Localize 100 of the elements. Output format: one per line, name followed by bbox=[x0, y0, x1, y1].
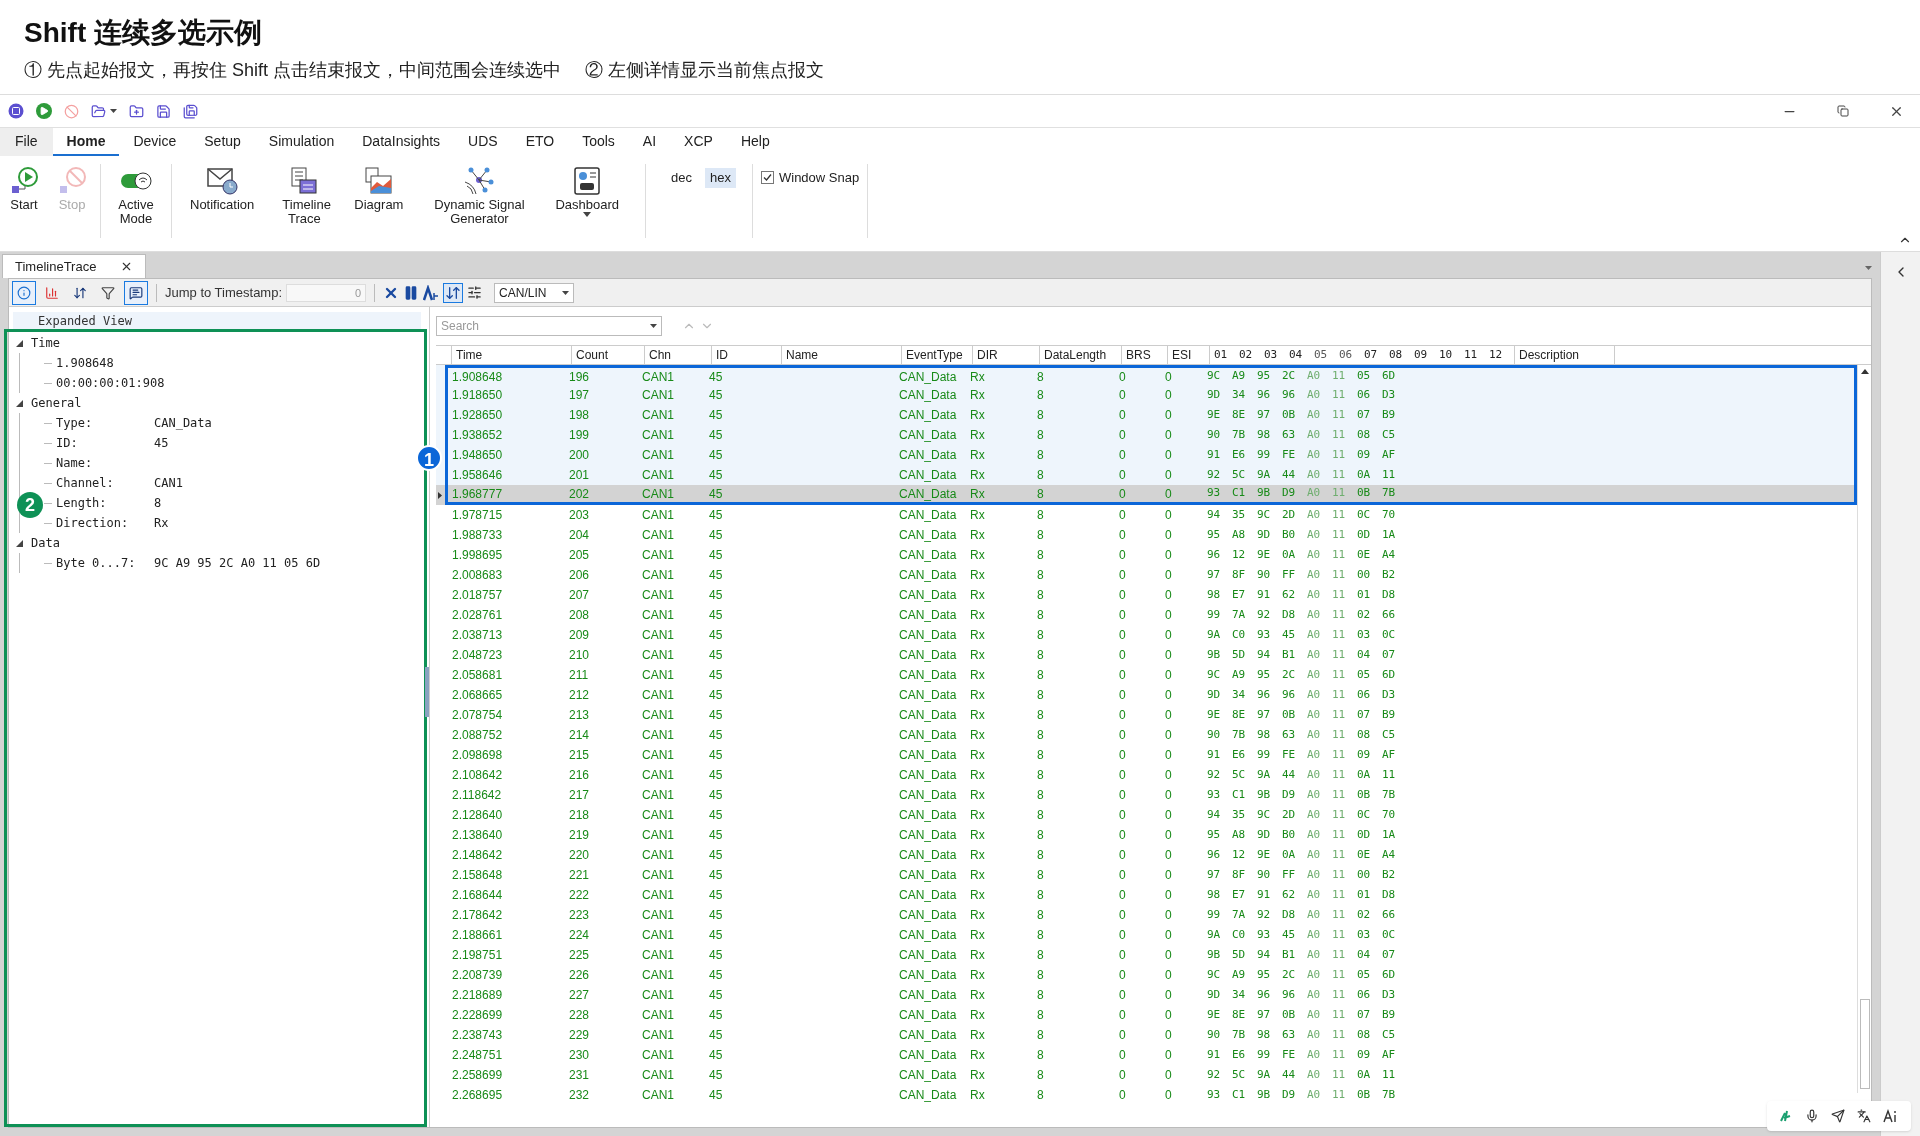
ribbon-button[interactable]: Timeline Trace bbox=[273, 164, 336, 226]
table-row[interactable]: 1.978715 203 CAN1 45 CAN_Data Rx 8 0 0 94 35 9C 2D A0 11 0C 70 bbox=[436, 505, 1857, 525]
new-folder-icon[interactable] bbox=[129, 103, 144, 119]
table-row[interactable]: 2.038713 209 CAN1 45 CAN_Data Rx 8 0 0 9A C0 93 45 A0 11 03 0C bbox=[436, 625, 1857, 645]
menu-tab[interactable]: Tools bbox=[568, 128, 629, 156]
ribbon-button[interactable]: Notification bbox=[181, 164, 264, 212]
table-row[interactable]: 2.018757 207 CAN1 45 CAN_Data Rx 8 0 0 98 E7 91 62 A0 11 01 D8 bbox=[436, 585, 1857, 605]
table-row[interactable]: 2.208739 226 CAN1 45 CAN_Data Rx 8 0 0 9C A9 95 2C A0 11 05 6D bbox=[436, 965, 1857, 985]
table-row[interactable]: 1.958646 201 CAN1 45 CAN_Data Rx 8 0 0 92 5C 9A 44 A0 11 0A 11 bbox=[436, 465, 1857, 485]
scale-text-icon[interactable] bbox=[423, 284, 440, 301]
column-header[interactable]: DIR bbox=[973, 346, 1040, 364]
menu-tab[interactable]: Setup bbox=[190, 128, 255, 156]
expanded-caret-icon[interactable] bbox=[16, 539, 23, 547]
table-row[interactable]: 2.268695 232 CAN1 45 CAN_Data Rx 8 0 0 93 C1 9B D9 A0 11 0B 7B bbox=[436, 1085, 1857, 1105]
window-snap-checkbox[interactable] bbox=[761, 171, 774, 185]
byte-column-header[interactable]: 06 bbox=[1339, 348, 1353, 361]
table-row[interactable]: 2.098698 215 CAN1 45 CAN_Data Rx 8 0 0 91 E6 99 FE A0 11 09 AF bbox=[436, 745, 1857, 765]
menu-tab[interactable]: ETO bbox=[511, 128, 569, 156]
column-header[interactable]: ESI bbox=[1168, 346, 1210, 364]
scrollbar-thumb[interactable] bbox=[1859, 999, 1870, 1089]
menu-tab[interactable]: Home bbox=[52, 128, 120, 156]
byte-column-header[interactable]: 02 bbox=[1239, 348, 1253, 361]
byte-column-header[interactable]: 11 bbox=[1464, 348, 1478, 361]
table-row[interactable]: 2.168644 222 CAN1 45 CAN_Data Rx 8 0 0 98 E7 91 62 A0 11 01 D8 bbox=[436, 885, 1857, 905]
table-row[interactable]: 2.128640 218 CAN1 45 CAN_Data Rx 8 0 0 94 35 9C 2D A0 11 0C 70 bbox=[436, 805, 1857, 825]
settings-icon[interactable] bbox=[467, 285, 483, 300]
column-header[interactable]: BRS bbox=[1122, 346, 1168, 364]
table-row[interactable]: 2.118642 217 CAN1 45 CAN_Data Rx 8 0 0 93 C1 9B D9 A0 11 0B 7B bbox=[436, 785, 1857, 805]
column-header[interactable]: Time bbox=[452, 346, 572, 364]
byte-column-header[interactable]: 03 bbox=[1264, 348, 1278, 361]
ribbon-button[interactable]: Start bbox=[0, 164, 48, 212]
table-row[interactable]: 2.258699 231 CAN1 45 CAN_Data Rx 8 0 0 92 5C 9A 44 A0 11 0A 11 bbox=[436, 1065, 1857, 1085]
ribbon-button[interactable]: Diagram bbox=[345, 164, 413, 212]
document-tab[interactable]: TimelineTrace bbox=[2, 254, 147, 278]
table-row[interactable]: 2.248751 230 CAN1 45 CAN_Data Rx 8 0 0 91 E6 99 FE A0 11 09 AF bbox=[436, 1045, 1857, 1065]
vertical-scrollbar[interactable] bbox=[1857, 365, 1871, 1093]
table-row[interactable]: 2.068665 212 CAN1 45 CAN_Data Rx 8 0 0 9D 34 96 96 A0 11 06 D3 bbox=[436, 685, 1857, 705]
byte-column-header[interactable]: 05 bbox=[1314, 348, 1328, 361]
column-header[interactable]: ID bbox=[712, 346, 782, 364]
byte-column-header[interactable]: 08 bbox=[1389, 348, 1403, 361]
run-icon[interactable] bbox=[36, 103, 52, 119]
table-row[interactable]: 2.148642 220 CAN1 45 CAN_Data Rx 8 0 0 96 12 9E 0A A0 11 0E A4 bbox=[436, 845, 1857, 865]
expanded-caret-icon[interactable] bbox=[16, 399, 23, 407]
open-folder-icon[interactable] bbox=[91, 103, 106, 119]
expanded-caret-icon[interactable] bbox=[16, 339, 23, 347]
column-header[interactable]: Chn bbox=[645, 346, 712, 364]
table-row[interactable]: 1.938652 199 CAN1 45 CAN_Data Rx 8 0 0 90 7B 98 63 A0 11 08 C5 bbox=[436, 425, 1857, 445]
ribbon-button[interactable]: Dynamic Signal Generator bbox=[422, 164, 537, 226]
table-row[interactable]: 1.908648 196 CAN1 45 CAN_Data Rx 8 0 0 9C A9 95 2C A0 11 05 6D bbox=[436, 365, 1857, 385]
column-header[interactable]: EventType bbox=[902, 346, 973, 364]
ribbon-button[interactable]: Dashboard bbox=[546, 164, 629, 217]
translate-icon[interactable] bbox=[1857, 1109, 1871, 1123]
number-format-toggle[interactable]: dec bbox=[666, 168, 697, 188]
table-row[interactable]: 2.238743 229 CAN1 45 CAN_Data Rx 8 0 0 90 7B 98 63 A0 11 08 C5 bbox=[436, 1025, 1857, 1045]
table-row[interactable]: 1.918650 197 CAN1 45 CAN_Data Rx 8 0 0 9D 34 96 96 A0 11 06 D3 bbox=[436, 385, 1857, 405]
menu-tab[interactable]: Help bbox=[726, 128, 784, 156]
table-row[interactable]: 2.198751 225 CAN1 45 CAN_Data Rx 8 0 0 9B 5D 94 B1 A0 11 04 07 bbox=[436, 945, 1857, 965]
view-toggle-button[interactable] bbox=[124, 280, 148, 305]
column-header[interactable]: Name bbox=[782, 346, 902, 364]
table-row[interactable]: 2.048723 210 CAN1 45 CAN_Data Rx 8 0 0 9B 5D 94 B1 A0 11 04 07 bbox=[436, 645, 1857, 665]
table-row[interactable]: 1.928650 198 CAN1 45 CAN_Data Rx 8 0 0 9E 8E 97 0B A0 11 07 B9 bbox=[436, 405, 1857, 425]
menu-tab[interactable]: DataInsights bbox=[348, 128, 455, 156]
table-row[interactable]: 2.078754 213 CAN1 45 CAN_Data Rx 8 0 0 9E 8E 97 0B A0 11 07 B9 bbox=[436, 705, 1857, 725]
menu-tab[interactable]: UDS bbox=[454, 128, 512, 156]
byte-column-header[interactable]: 07 bbox=[1364, 348, 1378, 361]
table-row[interactable]: 1.988733 204 CAN1 45 CAN_Data Rx 8 0 0 95 A8 9D B0 A0 11 0D 1A bbox=[436, 525, 1857, 545]
menu-tab[interactable]: Simulation bbox=[254, 128, 349, 156]
table-row[interactable]: 2.218689 227 CAN1 45 CAN_Data Rx 8 0 0 9D 34 96 96 A0 11 06 D3 bbox=[436, 985, 1857, 1005]
table-row[interactable]: 1.948650 200 CAN1 45 CAN_Data Rx 8 0 0 91 E6 99 FE A0 11 09 AF bbox=[436, 445, 1857, 465]
table-row[interactable]: 2.188661 224 CAN1 45 CAN_Data Rx 8 0 0 9A C0 93 45 A0 11 03 0C bbox=[436, 925, 1857, 945]
byte-column-header[interactable]: 01 bbox=[1214, 348, 1228, 361]
menu-tab[interactable]: AI bbox=[628, 128, 671, 156]
scroll-up-icon[interactable] bbox=[1860, 369, 1869, 374]
restore-icon[interactable] bbox=[1837, 105, 1849, 117]
table-row[interactable]: 2.228699 228 CAN1 45 CAN_Data Rx 8 0 0 9E 8E 97 0B A0 11 07 B9 bbox=[436, 1005, 1857, 1025]
auto-scroll-icon[interactable] bbox=[443, 282, 464, 303]
column-header[interactable]: DataLength bbox=[1040, 346, 1122, 364]
bus-dropdown[interactable]: CAN/LIN bbox=[494, 282, 575, 303]
column-header[interactable]: Description bbox=[1515, 346, 1615, 364]
dropdown-caret-icon[interactable] bbox=[110, 109, 117, 113]
ai-icon[interactable] bbox=[1883, 1109, 1899, 1123]
send-icon[interactable] bbox=[1831, 1109, 1845, 1123]
byte-column-header[interactable]: 10 bbox=[1439, 348, 1453, 361]
ribbon-button[interactable]: Active Mode bbox=[105, 164, 167, 226]
view-toggle-button[interactable] bbox=[12, 280, 36, 305]
byte-column-header[interactable]: 09 bbox=[1414, 348, 1428, 361]
tree-node[interactable]: Time bbox=[31, 333, 60, 353]
file-menu[interactable]: File bbox=[0, 128, 53, 156]
table-row[interactable]: 2.178642 223 CAN1 45 CAN_Data Rx 8 0 0 99 7A 92 D8 A0 11 02 66 bbox=[436, 905, 1857, 925]
byte-column-header[interactable]: 12 bbox=[1489, 348, 1503, 361]
table-row[interactable]: 2.108642 216 CAN1 45 CAN_Data Rx 8 0 0 92 5C 9A 44 A0 11 0A 11 bbox=[436, 765, 1857, 785]
table-row[interactable]: 1.998695 205 CAN1 45 CAN_Data Rx 8 0 0 96 12 9E 0A A0 11 0E A4 bbox=[436, 545, 1857, 565]
table-row[interactable]: 2.158648 221 CAN1 45 CAN_Data Rx 8 0 0 97 8F 90 FF A0 11 00 B2 bbox=[436, 865, 1857, 885]
table-row[interactable]: 2.008683 206 CAN1 45 CAN_Data Rx 8 0 0 97 8F 90 FF A0 11 00 B2 bbox=[436, 565, 1857, 585]
tree-node[interactable]: Data bbox=[31, 533, 60, 553]
menu-tab[interactable]: Device bbox=[119, 128, 191, 156]
column-header[interactable]: Count bbox=[572, 346, 645, 364]
table-row[interactable]: 2.138640 219 CAN1 45 CAN_Data Rx 8 0 0 95 A8 9D B0 A0 11 0D 1A bbox=[436, 825, 1857, 845]
save-all-icon[interactable] bbox=[183, 103, 198, 119]
table-row[interactable]: 2.028761 208 CAN1 45 CAN_Data Rx 8 0 0 99 7A 92 D8 A0 11 02 66 bbox=[436, 605, 1857, 625]
